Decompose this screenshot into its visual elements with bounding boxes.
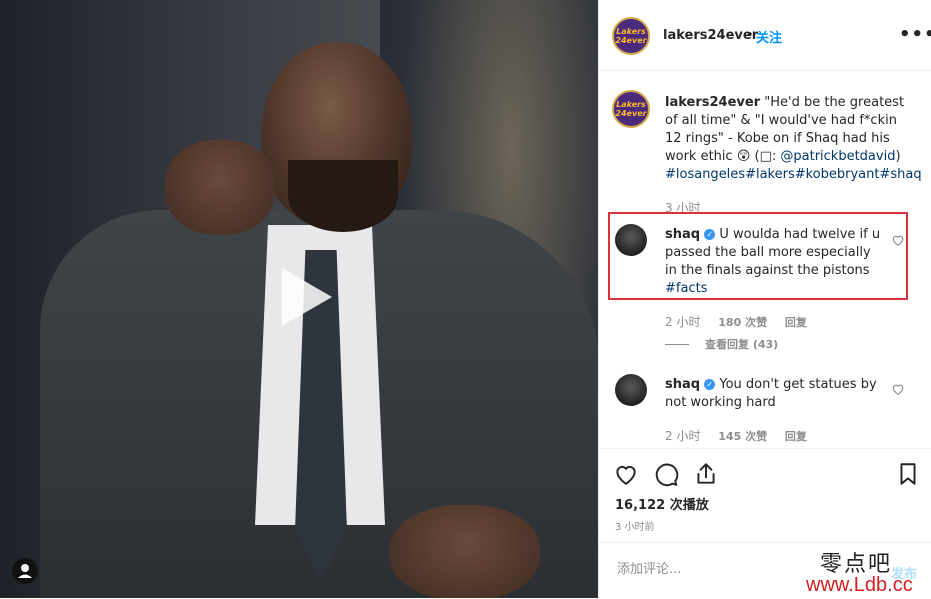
comment-like-heart-icon[interactable] — [891, 382, 905, 396]
post-side-panel: Lakers 24ever lakers24ever • 关注 ••• Lake… — [598, 0, 931, 598]
watermark-url: www.Ldb.cc — [806, 574, 913, 596]
comment-2: shaq ✓ You don't get statues by not work… — [665, 376, 881, 412]
post-caption: lakers24ever "He'd be the greatest of al… — [665, 94, 922, 184]
caption-avatar[interactable]: Lakers 24ever — [612, 90, 650, 128]
heart-icon[interactable] — [613, 461, 639, 487]
comment-author[interactable]: shaq — [665, 227, 700, 242]
shaq-avatar[interactable] — [615, 224, 647, 256]
comment-2-meta: 2 小时 145 次赞 回复 — [665, 427, 821, 444]
video-hand-lower — [390, 505, 540, 598]
share-icon[interactable] — [693, 461, 719, 487]
comment-icon[interactable] — [653, 461, 679, 487]
lakers24ever-avatar[interactable]: Lakers 24ever — [612, 17, 650, 55]
comment-1: shaq ✓ U woulda had twelve if u passed t… — [665, 226, 881, 298]
comment-likes[interactable]: 180 次赞 — [718, 316, 767, 329]
comment-time: 2 小时 — [665, 429, 701, 443]
comment-hashtag[interactable]: #facts — [665, 281, 707, 296]
verified-icon: ✓ — [704, 229, 716, 240]
play-icon[interactable] — [268, 262, 338, 332]
tagged-users-icon[interactable] — [12, 558, 38, 584]
post-time: 3 小时前 — [615, 522, 655, 533]
separator-dot: • — [746, 28, 754, 43]
caption-hashtags[interactable]: #losangeles#lakers#kobebryant#shaq — [665, 167, 922, 182]
view-replies-line — [665, 344, 689, 345]
reply-button[interactable]: 回复 — [785, 316, 807, 329]
post-video[interactable] — [0, 0, 598, 598]
caption-close-paren: ) — [895, 149, 901, 164]
shaq-avatar[interactable] — [615, 374, 647, 406]
comment-time: 2 小时 — [665, 315, 701, 329]
bookmark-icon[interactable] — [895, 461, 921, 487]
video-beard — [288, 160, 398, 232]
post-username[interactable]: lakers24ever — [663, 28, 758, 43]
comment-1-meta: 2 小时 180 次赞 回复 — [665, 313, 821, 330]
post-header: Lakers 24ever lakers24ever • 关注 ••• — [599, 0, 931, 71]
follow-button[interactable]: 关注 — [756, 27, 782, 46]
comment-like-heart-icon[interactable] — [891, 233, 905, 247]
reply-button[interactable]: 回复 — [785, 430, 807, 443]
comment-likes[interactable]: 145 次赞 — [718, 430, 767, 443]
more-options-icon[interactable]: ••• — [899, 24, 931, 45]
caption-mention[interactable]: @patrickbetdavid — [780, 149, 895, 164]
caption-author[interactable]: lakers24ever — [665, 95, 760, 110]
view-replies-label[interactable]: 查看回复 (43) — [705, 338, 778, 351]
comment-input[interactable] — [615, 561, 819, 578]
verified-icon: ✓ — [704, 379, 716, 390]
action-bar — [599, 448, 931, 499]
view-replies-button[interactable]: 查看回复 (43) — [665, 336, 778, 352]
view-count[interactable]: 16,122 次播放 — [615, 494, 709, 513]
comment-author[interactable]: shaq — [665, 377, 700, 392]
video-hand — [165, 140, 275, 235]
